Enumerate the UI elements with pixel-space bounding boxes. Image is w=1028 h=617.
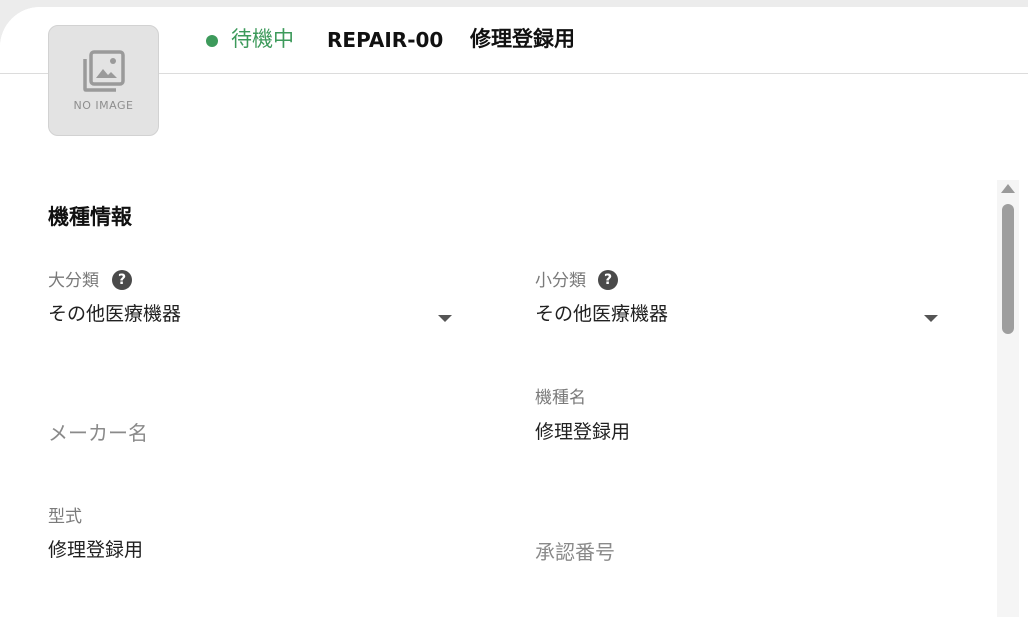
- maker-name-field[interactable]: メーカー名: [48, 421, 148, 445]
- minor-category-label: 小分類: [535, 271, 586, 291]
- model-name-field[interactable]: 修理登録用: [535, 420, 630, 444]
- help-icon[interactable]: ?: [598, 270, 618, 290]
- help-icon[interactable]: ?: [112, 270, 132, 290]
- scroll-up-arrow-icon[interactable]: [1001, 184, 1015, 193]
- no-image-text: NO IMAGE: [73, 99, 134, 112]
- asset-image-placeholder[interactable]: NO IMAGE: [48, 25, 159, 136]
- status-text: 待機中: [231, 27, 294, 51]
- major-category-value: その他医療機器: [48, 303, 182, 325]
- photo-library-icon: [83, 50, 125, 92]
- status-dot: [206, 35, 218, 47]
- detail-panel: 待機中 REPAIR-00 修理登録用 NO IMAGE 機種情報 大分類 ? …: [0, 7, 1028, 617]
- chevron-down-icon: [924, 315, 938, 322]
- model-name-label: 機種名: [535, 388, 586, 408]
- major-category-select[interactable]: その他医療機器: [48, 302, 456, 332]
- approval-number-field[interactable]: 承認番号: [535, 540, 615, 564]
- minor-category-select[interactable]: その他医療機器: [535, 302, 943, 332]
- model-type-field[interactable]: 修理登録用: [48, 538, 143, 562]
- chevron-down-icon: [438, 315, 452, 322]
- asset-id: REPAIR-00: [327, 28, 444, 52]
- asset-name: 修理登録用: [470, 27, 575, 51]
- major-category-label: 大分類: [48, 271, 99, 291]
- minor-category-value: その他医療機器: [535, 303, 669, 325]
- model-type-label: 型式: [48, 507, 82, 527]
- scrollbar-thumb[interactable]: [1002, 204, 1014, 334]
- section-title: 機種情報: [48, 205, 132, 229]
